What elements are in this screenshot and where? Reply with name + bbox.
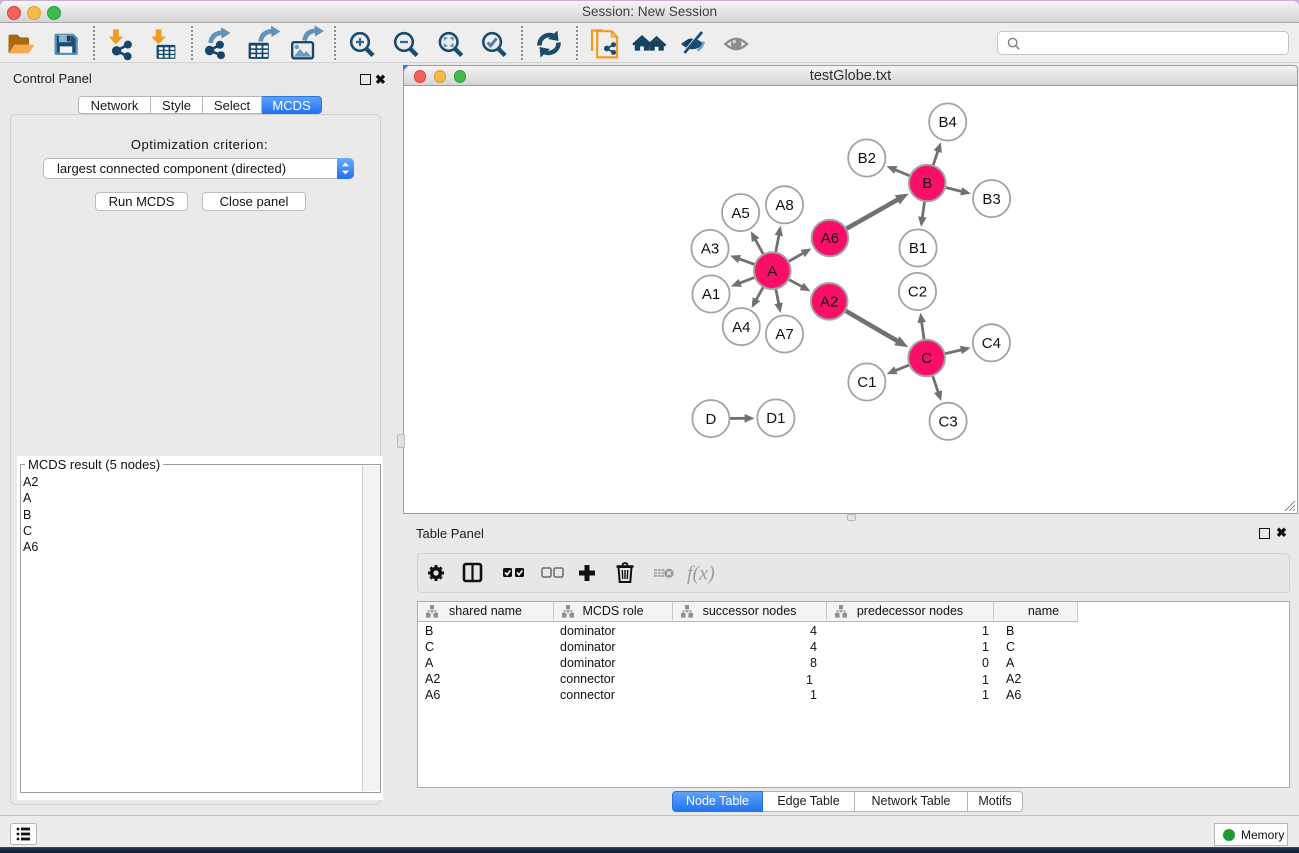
svg-text:B1: B1 [909, 240, 927, 257]
svg-text:B4: B4 [939, 114, 957, 131]
svg-text:C: C [921, 350, 932, 367]
svg-text:A2: A2 [820, 294, 838, 311]
svg-text:A7: A7 [775, 326, 793, 343]
svg-text:C3: C3 [939, 414, 958, 431]
svg-text:C2: C2 [908, 284, 927, 301]
svg-text:C1: C1 [857, 374, 876, 391]
svg-text:B3: B3 [982, 191, 1000, 208]
svg-text:A8: A8 [775, 197, 793, 214]
svg-text:A4: A4 [732, 319, 750, 336]
svg-text:A6: A6 [821, 230, 839, 247]
svg-text:C4: C4 [982, 335, 1001, 352]
svg-text:A: A [767, 263, 777, 280]
svg-text:f(x): f(x) [687, 563, 715, 585]
svg-text:A5: A5 [731, 205, 749, 222]
svg-text:D: D [705, 411, 716, 428]
svg-text:B2: B2 [858, 150, 876, 167]
svg-text:B: B [922, 175, 932, 192]
svg-text:A1: A1 [702, 286, 720, 303]
svg-text:A3: A3 [701, 241, 719, 258]
svg-text:D1: D1 [766, 410, 785, 427]
